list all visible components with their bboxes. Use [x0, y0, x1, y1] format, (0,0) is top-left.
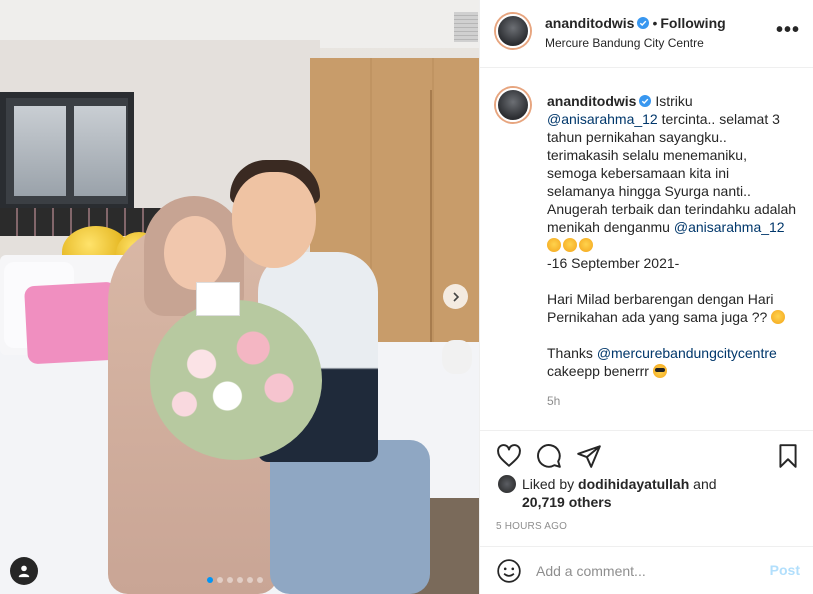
- photo-vent: [454, 12, 478, 42]
- likes-summary: Liked by dodihidayatullah and 20,719 othe…: [498, 475, 717, 511]
- post-comment-button[interactable]: Post: [770, 562, 800, 578]
- post-header: ananditodwis • Following Mercure Bandung C…: [480, 0, 813, 68]
- caption-fragment: cakeepp benerrr: [547, 363, 653, 379]
- photo-jeans: [270, 440, 430, 594]
- photo-door: [430, 90, 432, 380]
- verified-badge-icon: [639, 95, 652, 107]
- photo-woman-face: [164, 216, 226, 290]
- heart-icon[interactable]: [496, 443, 522, 469]
- comment-bar: Post: [480, 546, 813, 594]
- carousel-next-button[interactable]: [443, 284, 468, 309]
- likes-prefix: Liked by: [522, 476, 579, 492]
- photo-pillow-pink: [24, 281, 120, 365]
- post-actions: Liked by dodihidayatullah and 20,719 othe…: [480, 430, 813, 554]
- smiling-hearts-emoji: [579, 238, 593, 252]
- bookmark-icon[interactable]: [775, 443, 801, 469]
- post-side-panel: ananditodwis • Following Mercure Bandung C…: [479, 0, 813, 594]
- user-tag-icon: [18, 565, 30, 578]
- caption-fragment: Istriku: [651, 93, 693, 109]
- caption-author-avatar[interactable]: [496, 88, 530, 122]
- smiling-hearts-emoji: [563, 238, 577, 252]
- author-username[interactable]: ananditodwis: [545, 15, 634, 31]
- author-line: ananditodwis • Following: [545, 15, 726, 31]
- caption-section: ananditodwis Istriku @anisarahma_12 terc…: [480, 68, 813, 430]
- header-separator: •: [652, 15, 658, 31]
- likes-connector: and: [689, 476, 717, 492]
- more-options-button[interactable]: •••: [776, 20, 800, 40]
- following-button[interactable]: Following: [660, 15, 725, 31]
- carousel-dots: [207, 577, 263, 583]
- post-age[interactable]: 5 HOURS AGO: [496, 521, 567, 532]
- photo-window: [0, 92, 134, 210]
- comment-bubble-icon[interactable]: [536, 443, 562, 469]
- liker-username[interactable]: dodihidayatullah: [578, 476, 689, 492]
- photo-man-face: [232, 172, 316, 268]
- photo-flower-basket: [150, 300, 322, 460]
- carousel-dot: [217, 577, 223, 583]
- caption-date: -16 September 2021-: [547, 255, 680, 271]
- caption-fragment: Thanks: [547, 345, 597, 361]
- verified-badge-icon: [637, 17, 650, 29]
- caption-fragment: tercinta.. selamat 3 tahun pernikahan sa…: [547, 111, 797, 235]
- smiley-icon[interactable]: [496, 558, 522, 584]
- carousel-dot: [207, 577, 213, 583]
- tagged-users-button[interactable]: [10, 557, 38, 585]
- post-location[interactable]: Mercure Bandung City Centre: [545, 36, 704, 50]
- paper-plane-icon[interactable]: [576, 443, 602, 469]
- carousel-dot: [237, 577, 243, 583]
- mention-link[interactable]: @anisarahma_12: [674, 219, 785, 235]
- comment-input[interactable]: [536, 559, 756, 583]
- caption-timestamp[interactable]: 5h: [547, 394, 560, 408]
- post-photo[interactable]: [0, 0, 479, 594]
- carousel-dot: [227, 577, 233, 583]
- photo-card: [196, 282, 240, 316]
- mention-link[interactable]: @mercurebandungcitycentre: [597, 345, 777, 361]
- author-avatar[interactable]: [496, 14, 530, 48]
- chevron-right-icon: [452, 291, 459, 302]
- caption-text: ananditodwis Istriku @anisarahma_12 terc…: [547, 92, 797, 380]
- mention-link[interactable]: @anisarahma_12: [547, 111, 658, 127]
- carousel-dot: [247, 577, 253, 583]
- smiling-hearts-emoji: [547, 238, 561, 252]
- caption-fragment: Hari Milad berbarengan dengan Hari Perni…: [547, 291, 774, 325]
- liker-avatar[interactable]: [498, 475, 516, 493]
- carousel-dot: [257, 577, 263, 583]
- caption-username[interactable]: ananditodwis: [547, 93, 636, 109]
- yum-emoji: [771, 310, 786, 324]
- photo-plush-dog: [442, 340, 472, 374]
- sunglasses-emoji: [652, 364, 667, 378]
- likes-others-link[interactable]: 20,719 others: [498, 493, 717, 511]
